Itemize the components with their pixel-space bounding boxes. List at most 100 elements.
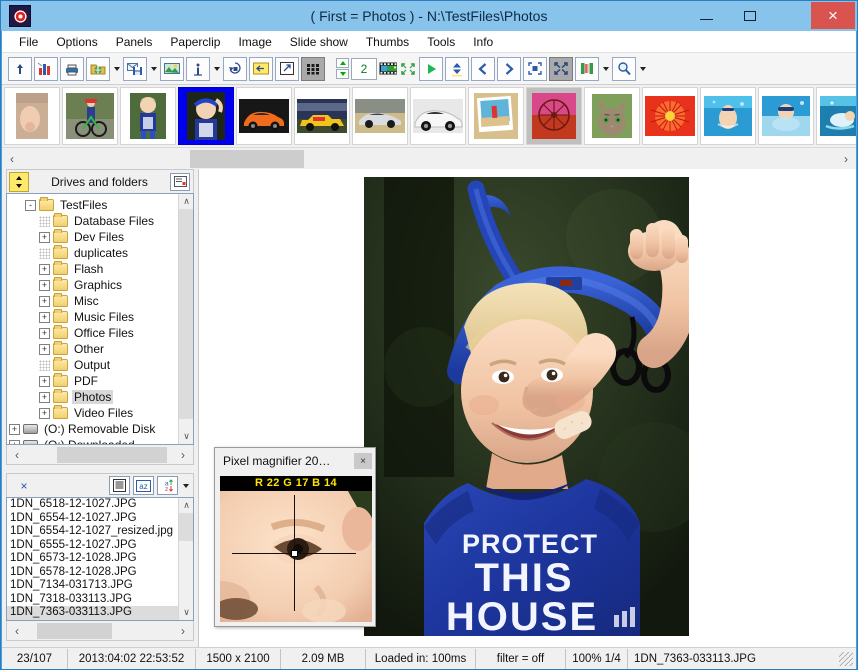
- filmstrip-icon[interactable]: [379, 57, 397, 81]
- thumbnail-underwater-swim[interactable]: [816, 87, 856, 145]
- file-list-hscroll-thumb[interactable]: [37, 622, 112, 639]
- file-list-close-icon[interactable]: ×: [15, 477, 33, 495]
- sort-order-icon[interactable]: az: [157, 476, 178, 495]
- tree-node-pdf[interactable]: + PDF: [7, 373, 173, 389]
- tree-expander-downloaded[interactable]: +: [9, 439, 20, 444]
- tree-expander-misc[interactable]: +: [39, 295, 50, 307]
- export-icon[interactable]: [249, 56, 273, 81]
- tree-node-music-files[interactable]: + Music Files: [7, 309, 173, 325]
- grid-thumbs-icon[interactable]: [301, 56, 325, 81]
- tree-scroll-up-icon[interactable]: ∧: [179, 194, 193, 209]
- maximize-button[interactable]: [729, 2, 771, 29]
- menu-info[interactable]: Info: [464, 33, 502, 51]
- thumbstrip-scrollbar[interactable]: ‹ ›: [2, 147, 856, 169]
- globe-folder-icon[interactable]: [86, 56, 110, 81]
- tree-hscroll-thumb[interactable]: [57, 446, 167, 463]
- file-list-item[interactable]: 1DN_6578-12-1028.JPG: [7, 566, 193, 580]
- tree-node-testfiles[interactable]: - TestFiles: [7, 197, 173, 213]
- chevron-down-icon-sort[interactable]: [181, 475, 190, 497]
- thumbnail-pool-boy[interactable]: [758, 87, 814, 145]
- file-list-vertical-scrollbar[interactable]: ∧ ∨: [178, 498, 193, 620]
- thumbstrip-scroll-right-icon[interactable]: ›: [836, 149, 856, 169]
- tree-node-photos[interactable]: + Photos: [7, 389, 173, 405]
- thumbnail-race-car[interactable]: [294, 87, 350, 145]
- tree-node-flash[interactable]: + Flash: [7, 261, 173, 277]
- file-list-hscroll-track[interactable]: [27, 622, 173, 639]
- close-button[interactable]: ×: [811, 2, 855, 29]
- file-list-hscroll-right-icon[interactable]: ›: [173, 621, 193, 641]
- tree-node-output[interactable]: Output: [7, 357, 173, 373]
- tree-node-removable-disk[interactable]: + (O:) Removable Disk: [7, 421, 173, 437]
- thumbnail-orange-car[interactable]: [236, 87, 292, 145]
- tree-vertical-scrollbar[interactable]: ∧ ∨: [178, 194, 193, 444]
- thumbnail-boy-bike[interactable]: [62, 87, 118, 145]
- pixel-magnifier-window[interactable]: Pixel magnifier 20… × R 22 G 17 B 14: [214, 447, 376, 627]
- tree-expander-other[interactable]: +: [39, 343, 50, 355]
- thumbnail-boy-helmet[interactable]: [178, 87, 234, 145]
- tree-expander-photos[interactable]: +: [39, 391, 50, 403]
- file-list-scroll-down-icon[interactable]: ∨: [179, 605, 193, 620]
- info-icon[interactable]: [186, 56, 210, 81]
- file-list-item[interactable]: 1DN_6518-12-1027.JPG: [7, 498, 193, 512]
- stretch-icon[interactable]: [549, 56, 573, 81]
- fit-expand-icon[interactable]: [399, 57, 417, 81]
- thumbnail-strip[interactable]: [2, 85, 856, 147]
- menu-file[interactable]: File: [10, 33, 47, 51]
- updown-yellow-icon[interactable]: [9, 171, 29, 192]
- tree-hscroll-left-icon[interactable]: ‹: [7, 445, 27, 465]
- tree-expander-removable-disk[interactable]: +: [9, 423, 20, 435]
- tree-expander-graphics[interactable]: +: [39, 279, 50, 291]
- pixel-magnifier-title-bar[interactable]: Pixel magnifier 20… ×: [215, 448, 375, 474]
- file-list-item[interactable]: 1DN_7134-031713.JPG: [7, 579, 193, 593]
- file-list[interactable]: 1DN_6518-12-1027.JPG 1DN_6554-12-1027.JP…: [6, 497, 194, 621]
- thumbnail-ferris-wheel[interactable]: [526, 87, 582, 145]
- pixel-magnifier-close-icon[interactable]: ×: [354, 453, 372, 469]
- file-list-item[interactable]: 1DN_6554-12-1027_resized.jpg: [7, 525, 193, 539]
- thumbstrip-scroll-track[interactable]: [22, 149, 836, 168]
- tree-expander-music-files[interactable]: +: [39, 311, 50, 323]
- image-edit-icon[interactable]: [160, 56, 184, 81]
- menu-tools[interactable]: Tools: [418, 33, 464, 51]
- tree-node-office-files[interactable]: + Office Files: [7, 325, 173, 341]
- tree-horizontal-scrollbar[interactable]: ‹ ›: [6, 445, 194, 465]
- thumbnail-beach-photo[interactable]: [468, 87, 524, 145]
- tree-node-video-files[interactable]: + Video Files: [7, 405, 173, 421]
- menu-panels[interactable]: Panels: [107, 33, 162, 51]
- chevron-down-icon-book[interactable]: [601, 58, 610, 80]
- file-list-scroll-thumb[interactable]: [179, 513, 193, 541]
- tree-scroll-thumb[interactable]: [179, 209, 193, 419]
- tree-hscroll-right-icon[interactable]: ›: [173, 445, 193, 465]
- thumbnail-boy-running[interactable]: [120, 87, 176, 145]
- next-icon[interactable]: [497, 56, 521, 81]
- zoom-icon[interactable]: [612, 56, 636, 81]
- tree-node-graphics[interactable]: + Graphics: [7, 277, 173, 293]
- rotate-icon[interactable]: [223, 56, 247, 81]
- printer-icon[interactable]: [60, 56, 84, 81]
- thumbstrip-scroll-thumb[interactable]: [190, 149, 304, 168]
- tree-node-other[interactable]: + Other: [7, 341, 173, 357]
- tree-expander-dev-files[interactable]: +: [39, 231, 50, 243]
- updown-icon[interactable]: [445, 56, 469, 81]
- menu-thumbs[interactable]: Thumbs: [357, 33, 418, 51]
- tree-expander-video-files[interactable]: +: [39, 407, 50, 419]
- list-view-icon[interactable]: [109, 476, 130, 495]
- thumbnail-underwater-child[interactable]: [700, 87, 756, 145]
- tree-node-misc[interactable]: + Misc: [7, 293, 173, 309]
- prev-icon[interactable]: [471, 56, 495, 81]
- up-folder-icon[interactable]: [8, 56, 32, 81]
- menu-options[interactable]: Options: [47, 33, 106, 51]
- folder-tree[interactable]: - TestFiles Database Files + Dev Files d…: [6, 193, 194, 445]
- file-list-item[interactable]: 1DN_6555-12-1027.JPG: [7, 539, 193, 553]
- thumbnail-white-car[interactable]: [410, 87, 466, 145]
- tree-node-dev-files[interactable]: + Dev Files: [7, 229, 173, 245]
- tree-expander-testfiles[interactable]: -: [25, 199, 36, 211]
- tree-expander-pdf[interactable]: +: [39, 375, 50, 387]
- magnified-pixels[interactable]: [220, 491, 372, 622]
- tree-expander-flash[interactable]: +: [39, 263, 50, 275]
- save-mail-icon[interactable]: [123, 56, 147, 81]
- fullscreen-arrow-icon[interactable]: [275, 56, 299, 81]
- column-stepper-down[interactable]: [336, 69, 349, 79]
- file-list-scroll-up-icon[interactable]: ∧: [179, 498, 193, 513]
- tree-expander-office-files[interactable]: +: [39, 327, 50, 339]
- column-stepper-up[interactable]: [336, 58, 349, 68]
